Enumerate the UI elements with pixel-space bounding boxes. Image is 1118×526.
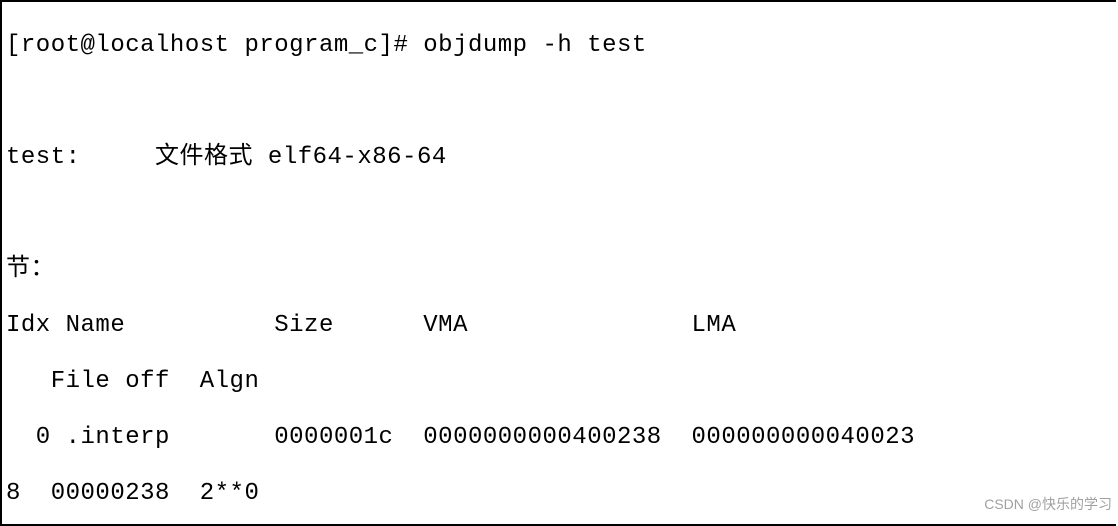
file-format-line: test: 文件格式 elf64-x86-64: [6, 144, 1116, 172]
sections-label: 节：: [6, 256, 1116, 284]
blank-line: [6, 200, 1116, 228]
terminal-output: [root@localhost program_c]# objdump -h t…: [0, 0, 1116, 526]
watermark-text: CSDN @快乐的学习: [984, 490, 1112, 518]
header-line-2: File off Algn: [6, 368, 1116, 396]
prompt-line: [root@localhost program_c]# objdump -h t…: [6, 32, 1116, 60]
section-0-line-2: 8 00000238 2**0: [6, 480, 1116, 508]
blank-line: [6, 88, 1116, 116]
header-line-1: Idx Name Size VMA LMA: [6, 312, 1116, 340]
section-0-line-1: 0 .interp 0000001c 0000000000400238 0000…: [6, 424, 1116, 452]
